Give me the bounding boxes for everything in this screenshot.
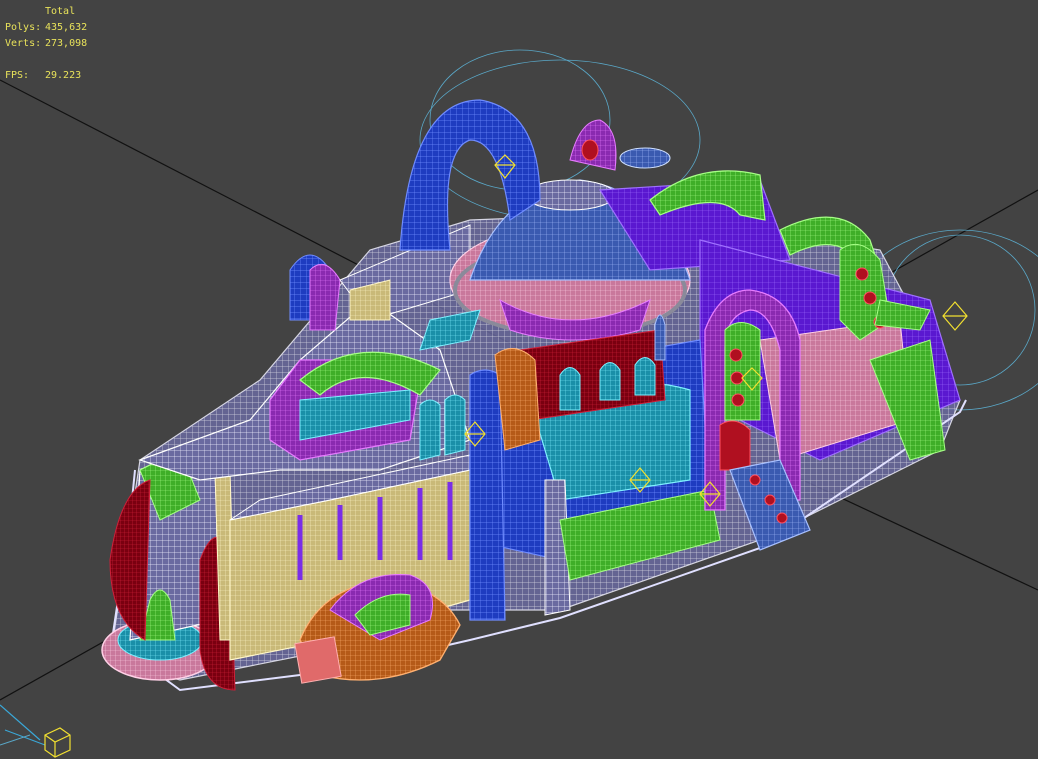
axis-gizmo-icon[interactable] — [0, 704, 46, 746]
verts-label: Verts: — [5, 38, 42, 49]
fps-value: 29.223 — [45, 70, 82, 81]
polys-value: 435,632 — [45, 22, 88, 33]
view-cube-icon[interactable] — [44, 727, 71, 758]
front-tower — [101, 449, 236, 691]
viewport-statistics: Total Polys: 435,632 Verts: 273,098 FPS:… — [5, 4, 87, 84]
polys-row: Polys: 435,632 — [5, 20, 87, 36]
scene-render[interactable] — [0, 0, 1038, 759]
polys-label: Polys: — [5, 22, 42, 33]
verts-value: 273,098 — [45, 38, 88, 49]
fps-label: FPS: — [5, 70, 30, 81]
stats-title: Total — [45, 6, 76, 17]
3d-viewport[interactable]: Total Polys: 435,632 Verts: 273,098 FPS:… — [0, 0, 1038, 759]
fps-row: FPS: 29.223 — [5, 68, 87, 84]
verts-row: Verts: 273,098 — [5, 36, 87, 52]
